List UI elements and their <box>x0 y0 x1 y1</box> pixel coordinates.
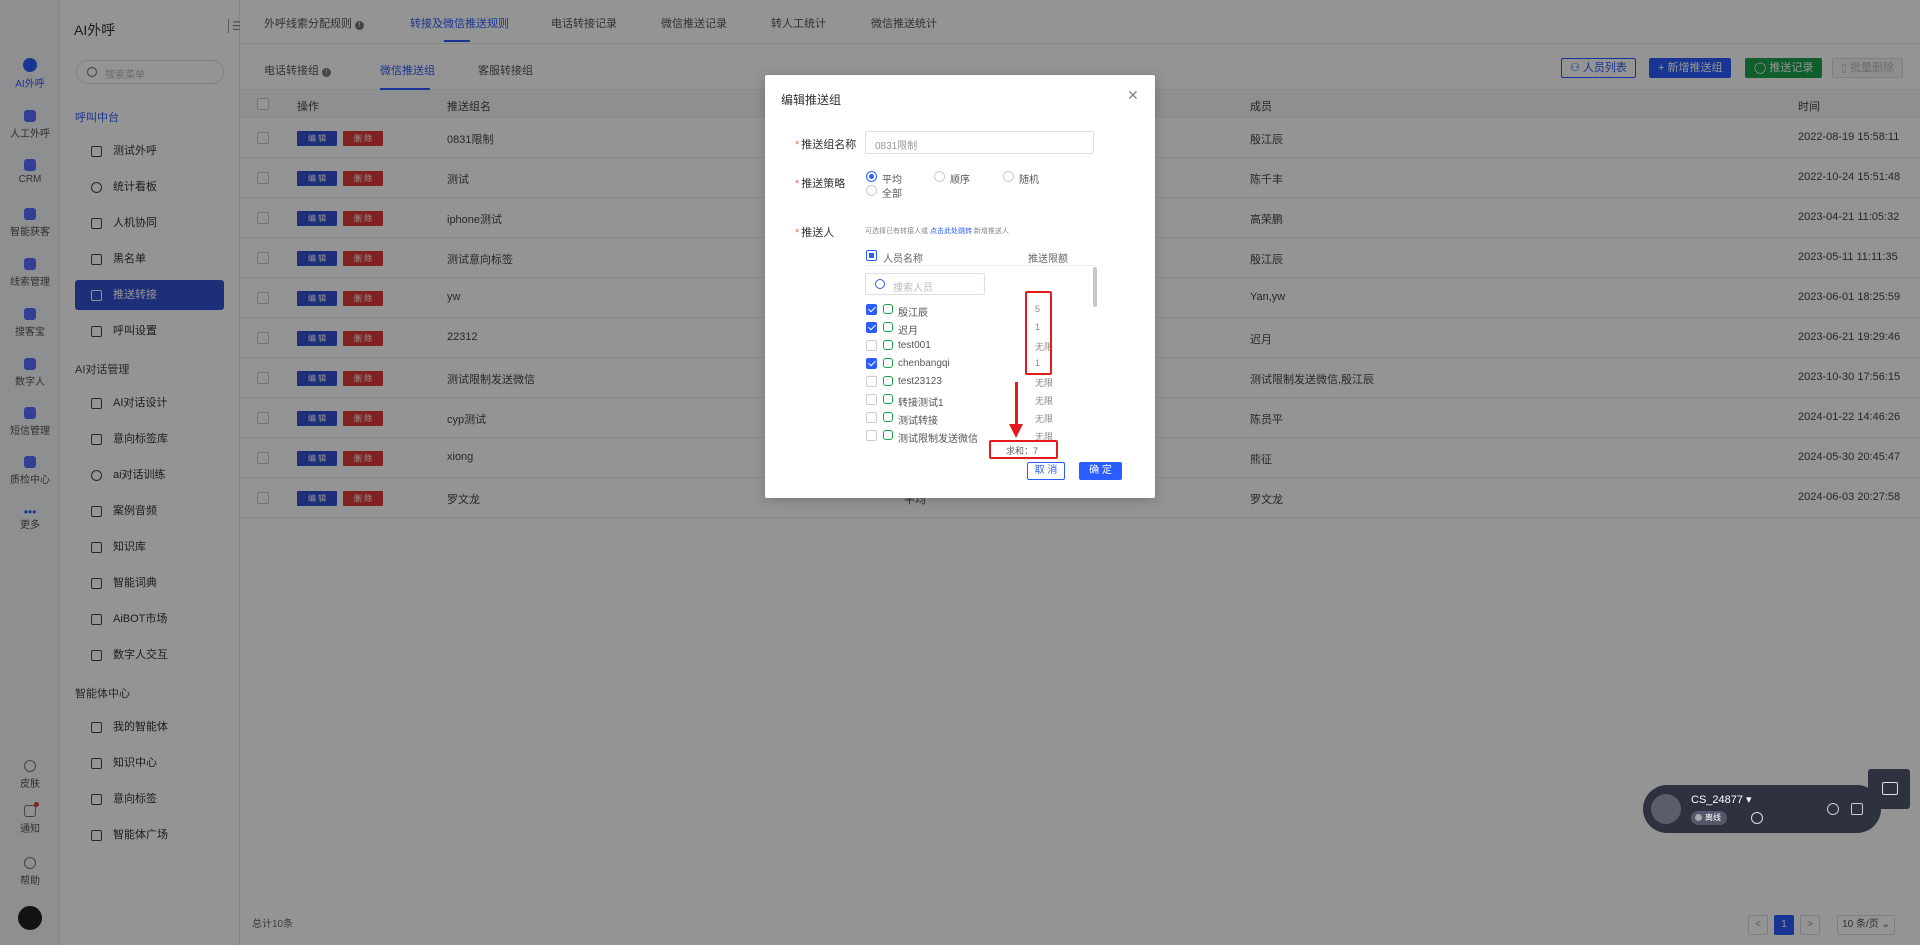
person-row[interactable]: chenbangqi 1 <box>865 355 1095 373</box>
push-limit: 无限 <box>1035 378 1054 388</box>
radio-random[interactable]: 随机 <box>1003 171 1039 186</box>
agent-selector[interactable]: CS_24877 ▾ <box>1691 793 1752 806</box>
person-list-header: 人员名称 推送限额 <box>865 246 1095 266</box>
person-checkbox[interactable] <box>866 358 877 369</box>
wechat-icon <box>883 304 893 314</box>
person-checkbox[interactable] <box>866 376 877 387</box>
image-icon[interactable] <box>1851 803 1863 815</box>
wechat-icon <box>883 394 893 404</box>
wechat-icon <box>883 322 893 332</box>
person-row[interactable]: 迟月 1 <box>865 319 1095 337</box>
person-name: test001 <box>898 340 931 351</box>
edit-group-dialog: 编辑推送组 ✕ * 推送组名称 0831限制 * 推送策略 平均 顺序 随机 全部 … <box>765 75 1155 498</box>
jump-link[interactable]: 点击此处跳转 <box>930 228 972 235</box>
agent-status-badge[interactable]: 离线 <box>1691 811 1727 825</box>
annotation-arrow <box>1015 382 1018 426</box>
settings-icon[interactable] <box>1751 812 1763 824</box>
person-row[interactable]: test23123 无限 <box>865 373 1095 391</box>
person-name: 殷江辰 <box>898 308 928 319</box>
person-name: chenbangqi <box>898 358 950 369</box>
radio-all[interactable]: 全部 <box>866 185 902 200</box>
wechat-icon <box>883 340 893 350</box>
person-row[interactable]: test001 无限 <box>865 337 1095 355</box>
annotation-arrow-head <box>1009 424 1023 438</box>
pusher-label: * 推送人 <box>795 227 835 239</box>
info-circle-icon[interactable] <box>1827 803 1839 815</box>
limit-highlight-box <box>1025 291 1052 375</box>
person-checkbox[interactable] <box>866 340 877 351</box>
select-all-people-checkbox[interactable] <box>866 250 877 261</box>
person-checkbox[interactable] <box>866 430 877 441</box>
person-row[interactable]: 测试限制发送微信 无限 <box>865 427 1095 445</box>
wechat-icon <box>883 376 893 386</box>
strategy-label: * 推送策略 <box>795 178 846 190</box>
group-name-input[interactable]: 0831限制 <box>865 131 1094 154</box>
person-checkbox[interactable] <box>866 412 877 423</box>
person-row[interactable]: 转接测试1 无限 <box>865 391 1095 409</box>
person-checkbox[interactable] <box>866 304 877 315</box>
wechat-icon <box>883 412 893 422</box>
person-name: test23123 <box>898 376 942 387</box>
confirm-button[interactable]: 确 定 <box>1079 462 1122 480</box>
person-row[interactable]: 测试转接 无限 <box>865 409 1095 427</box>
radio-average[interactable]: 平均 <box>866 171 902 186</box>
wechat-icon <box>883 430 893 440</box>
radio-sequential[interactable]: 顺序 <box>934 171 970 186</box>
person-search-input[interactable]: 搜索人员 <box>865 273 985 295</box>
person-row[interactable]: 殷江辰 5 <box>865 301 1095 319</box>
push-limit: 无限 <box>1035 414 1054 424</box>
person-name: 转接测试1 <box>898 398 944 409</box>
person-checkbox[interactable] <box>866 394 877 405</box>
sum-highlight-box <box>989 440 1058 459</box>
wechat-icon <box>883 358 893 368</box>
push-limit: 无限 <box>1035 396 1054 406</box>
phone-icon[interactable] <box>1651 794 1681 824</box>
name-label: * 推送组名称 <box>795 139 857 151</box>
close-icon[interactable]: ✕ <box>1127 87 1139 104</box>
person-name: 迟月 <box>898 326 918 337</box>
person-name: 测试限制发送微信 <box>898 434 978 445</box>
softphone-widget: CS_24877 ▾ 离线 <box>1643 785 1881 833</box>
person-name: 测试转接 <box>898 416 938 427</box>
cancel-button[interactable]: 取 消 <box>1027 462 1065 480</box>
dialog-title: 编辑推送组 <box>781 93 842 107</box>
pusher-hint: 可选择已有转接人或 点击此处跳转 新增推送人 <box>865 228 1009 235</box>
person-checkbox[interactable] <box>866 322 877 333</box>
search-icon <box>875 279 885 289</box>
